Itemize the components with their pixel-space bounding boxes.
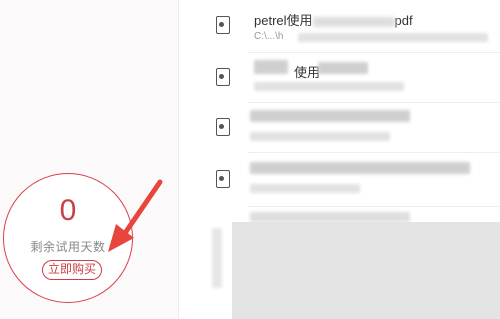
file-name: 使用 xyxy=(294,65,321,80)
file-path: C:\...\h xyxy=(254,31,284,42)
file-row[interactable]: 使用 xyxy=(178,56,500,104)
pdf-file-icon xyxy=(216,118,230,136)
pdf-file-icon xyxy=(216,68,230,86)
file-name: petrel使用 pdf xyxy=(254,13,413,28)
obscured-region xyxy=(232,222,500,319)
pdf-file-icon xyxy=(216,170,230,188)
file-row[interactable] xyxy=(178,158,500,206)
file-row[interactable]: petrel使用 pdf C:\...\h xyxy=(178,4,500,52)
pdf-file-icon xyxy=(216,16,230,34)
file-row[interactable] xyxy=(178,106,500,154)
